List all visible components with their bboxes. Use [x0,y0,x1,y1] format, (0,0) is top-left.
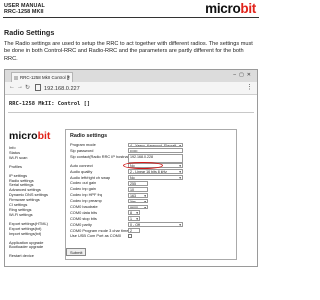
model-label: RRC-1258 MKII [4,9,44,16]
header-divider [3,17,259,18]
address-bar: ← → ↻ 192.168.0.227 ⋮ [5,82,257,95]
url-field[interactable]: 192.168.0.227 [35,84,80,92]
page-favicon-icon [14,75,18,80]
input-field[interactable]: 10 [128,186,148,192]
page-divider [8,112,254,113]
page-icon [35,84,41,91]
select-field[interactable]: 1 [128,216,140,222]
app-logo: microbit [9,130,51,142]
menu-icon[interactable]: ⋮ [246,83,253,91]
sidebar-link[interactable]: Restart device [9,253,59,259]
select-field[interactable]: 8 [128,210,140,216]
document-header: USER MANUAL RRC-1258 MKII [4,3,45,16]
page-title: RRC-1258 MkII: Control [] [9,101,91,107]
select-field[interactable]: 163 [128,192,148,198]
browser-screenshot: RRC-1258 MkII Control [] × –▢✕ ← → ↻ 192… [4,69,258,267]
radio-settings-form: Radio settings Program mode 4 - Yaesu, Ke… [65,129,237,260]
sidebar-menu: Info Status Wi-Fi scan Profiles IP settings R… [9,145,59,259]
form-row: Use USB Com Port as COM0 [70,233,232,239]
form-title: Radio settings [70,133,108,139]
tab-bar: RRC-1258 MkII Control [] × –▢✕ [5,70,257,82]
select-field[interactable]: Yes [128,198,148,204]
field-label: Sip contact(Radio RRC IP hostname) [70,153,135,159]
select-field[interactable]: 9600 [128,204,148,210]
input-field[interactable]: 255 [128,180,148,186]
usb-com-checkbox[interactable] [128,234,132,239]
window-controls[interactable]: –▢✕ [233,72,254,78]
browser-tab[interactable]: RRC-1258 MkII Control [] × [11,72,73,82]
form-rows: Program mode 4 - Yaesu, Kenwood, Elecraft… [70,142,232,239]
select-field[interactable]: 4 - Yaesu, Kenwood, Elecraft [128,142,183,148]
input-field[interactable]: •••••• [128,148,183,154]
section-paragraph: The Radio settings are used to setup the… [4,41,253,62]
browser-content: RRC-1258 MkII: Control [] microbit Info S… [5,95,257,266]
input-field[interactable]: 2 [128,228,140,233]
close-tab-icon[interactable]: × [67,73,70,82]
field-label: Use USB Com Port as COM0 [70,233,122,239]
reload-icon[interactable]: ↻ [25,84,30,91]
app-panel: microbit Info Status Wi-Fi scan Profiles IP … [7,116,251,264]
select-field[interactable]: No [128,175,183,180]
microbit-logo: microbit [205,1,256,16]
back-icon[interactable]: ← [9,84,15,90]
forward-icon[interactable]: → [17,84,23,90]
submit-button[interactable]: Submit [66,248,87,256]
section-title: Radio Settings [4,28,55,37]
select-field[interactable]: 2 - Linear 16 bits 8 kHz [128,169,183,174]
select-field[interactable]: 0 - Off [128,222,183,227]
